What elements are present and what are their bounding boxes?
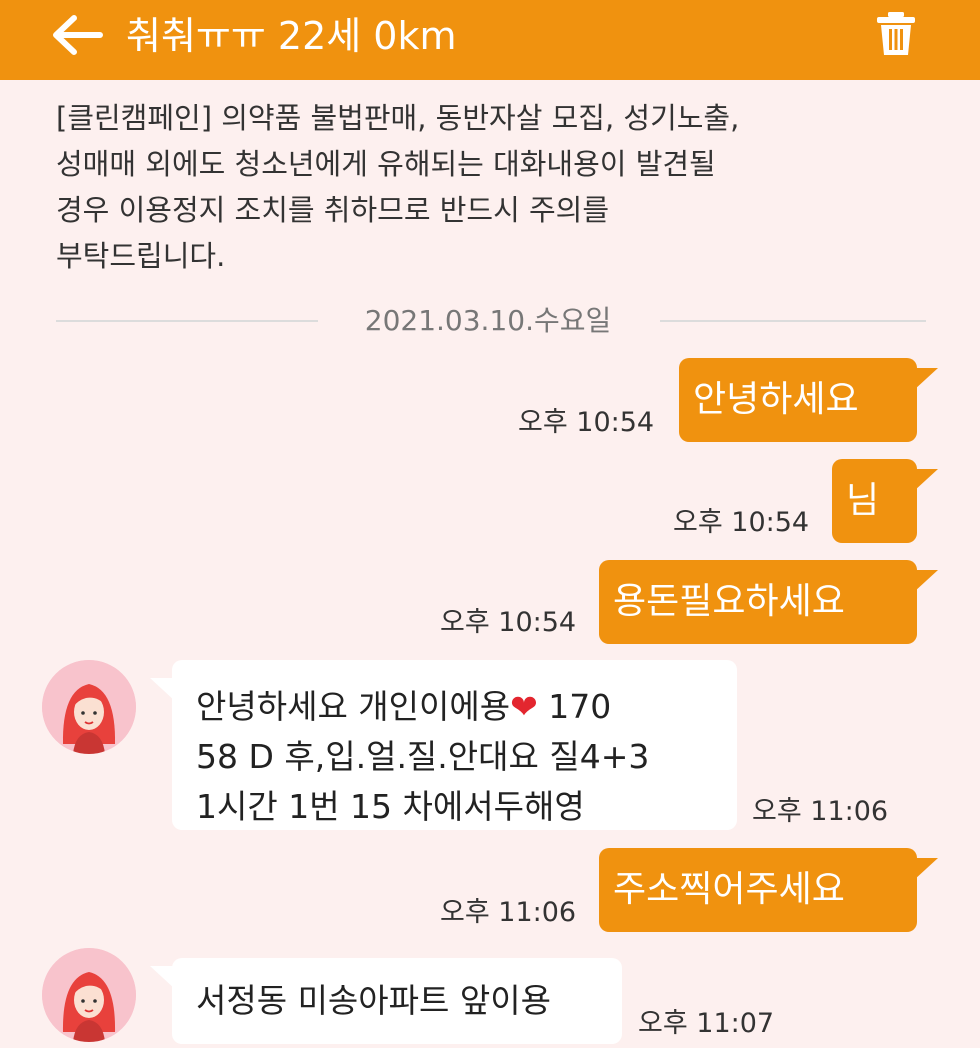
heart-emoji: ❤ xyxy=(510,687,538,726)
delete-button[interactable] xyxy=(872,10,920,58)
app-header: 춰춰ㅠㅠ 22세 0km xyxy=(0,0,980,80)
incoming-message[interactable]: 서정동 미송아파트 앞이용 xyxy=(172,958,622,1044)
female-avatar-icon xyxy=(42,948,136,1042)
message-time: 오후 11:06 xyxy=(752,796,889,827)
bubble-tail xyxy=(914,469,938,491)
date-separator: 2021.03.10.수요일 xyxy=(56,300,926,342)
bubble-tail xyxy=(914,858,938,880)
date-label: 2021.03.10.수요일 xyxy=(364,304,612,337)
trash-icon xyxy=(877,12,915,55)
message-time: 오후 11:06 xyxy=(440,897,577,928)
back-button[interactable] xyxy=(48,12,106,58)
chat-title: 춰춰ㅠㅠ 22세 0km xyxy=(126,14,457,58)
divider xyxy=(56,320,318,322)
bubble-tail xyxy=(914,570,938,592)
female-avatar-icon xyxy=(42,660,136,754)
outgoing-message[interactable]: 안녕하세요 xyxy=(679,358,917,442)
avatar[interactable] xyxy=(42,660,136,754)
avatar[interactable] xyxy=(42,948,136,1042)
outgoing-message[interactable]: 주소찍어주세요 xyxy=(599,848,917,932)
outgoing-message[interactable]: 용돈필요하세요 xyxy=(599,560,917,644)
clean-campaign-notice: [클린캠페인] 의약품 불법판매, 동반자살 모집, 성기노출, 성매매 외에도… xyxy=(56,101,740,273)
message-text: 안녕하세요 개인이에용 xyxy=(196,687,511,726)
message-time: 오후 10:54 xyxy=(673,507,810,538)
incoming-message[interactable]: 안녕하세요 개인이에용❤ 170 58 D 후,입.얼.질.안대요 질4+3 1… xyxy=(172,660,737,830)
message-time: 오후 11:07 xyxy=(638,1008,775,1039)
divider xyxy=(660,320,926,322)
arrow-left-icon xyxy=(53,15,103,55)
outgoing-message[interactable]: 님 xyxy=(832,459,917,543)
message-time: 오후 10:54 xyxy=(440,607,577,638)
bubble-tail xyxy=(914,368,938,390)
message-time: 오후 10:54 xyxy=(518,407,655,438)
